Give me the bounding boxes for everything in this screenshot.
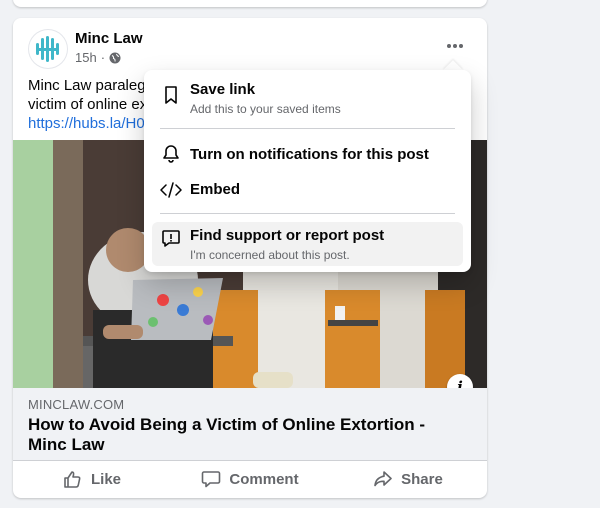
comment-button[interactable]: Comment xyxy=(171,460,329,498)
more-options-button[interactable] xyxy=(437,33,473,59)
report-title: Find support or report post xyxy=(190,227,385,244)
save-link-title: Save link xyxy=(190,81,256,98)
link-headline[interactable]: How to Avoid Being a Victim of Online Ex… xyxy=(28,415,458,455)
comment-label: Comment xyxy=(229,470,299,488)
report-icon xyxy=(160,227,182,249)
report-subtitle: I'm concerned about this post. xyxy=(190,248,350,262)
bookmark-icon xyxy=(160,84,182,106)
menu-item-report[interactable]: Find support or report post I'm concerne… xyxy=(152,222,463,266)
globe-icon xyxy=(109,52,121,63)
share-label: Share xyxy=(401,470,443,488)
previous-post-card xyxy=(13,0,487,7)
page-name[interactable]: Minc Law xyxy=(75,30,143,47)
link-preview[interactable]: MINCLAW.COM How to Avoid Being a Victim … xyxy=(13,388,487,461)
post-time[interactable]: 15h xyxy=(75,50,97,65)
notifications-title: Turn on notifications for this post xyxy=(190,146,429,163)
bell-icon xyxy=(160,143,182,165)
menu-item-notifications[interactable]: Turn on notifications for this post xyxy=(152,136,463,172)
save-link-subtitle: Add this to your saved items xyxy=(190,102,341,116)
like-button[interactable]: Like xyxy=(13,460,171,498)
post-actions: Like Comment Share xyxy=(13,460,487,498)
share-button[interactable]: Share xyxy=(329,460,487,498)
comment-icon xyxy=(202,471,221,488)
meta-dot: · xyxy=(100,50,106,65)
thumbs-up-icon xyxy=(64,471,81,488)
post-meta: 15h · xyxy=(75,50,121,65)
code-icon xyxy=(160,179,182,201)
more-horizontal-icon xyxy=(447,44,463,48)
link-domain: MINCLAW.COM xyxy=(28,397,125,412)
like-label: Like xyxy=(90,470,121,488)
minc-law-logo xyxy=(31,32,65,66)
post-options-menu: Save link Add this to your saved items T… xyxy=(144,70,471,272)
page-avatar[interactable] xyxy=(28,29,68,69)
menu-divider xyxy=(160,128,455,129)
post-text-line-1: Minc Law paralega xyxy=(28,77,154,94)
embed-title: Embed xyxy=(190,181,241,198)
menu-item-embed[interactable]: Embed xyxy=(152,172,463,208)
share-icon xyxy=(374,471,392,487)
menu-item-save-link[interactable]: Save link Add this to your saved items xyxy=(152,76,463,122)
menu-divider xyxy=(160,213,455,214)
post-text-line-2: victim of online ex xyxy=(28,96,148,113)
